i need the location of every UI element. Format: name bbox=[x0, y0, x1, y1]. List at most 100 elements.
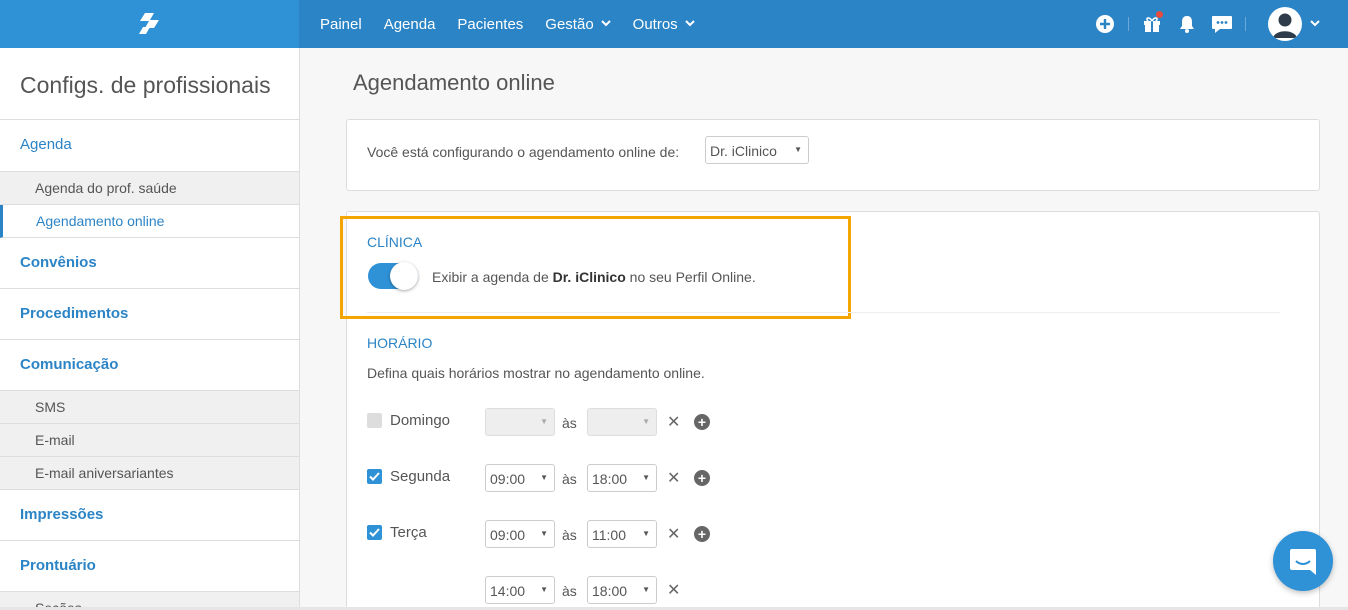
toggle-text-name: Dr. iClinico bbox=[552, 269, 626, 285]
sidebar-item-prontuario[interactable]: Prontuário bbox=[0, 541, 299, 592]
top-navbar: Painel Agenda Pacientes Gestão Outros bbox=[0, 0, 1348, 48]
sidebar-subitem-agenda-prof[interactable]: Agenda do prof. saúde bbox=[0, 172, 299, 205]
add-interval-icon[interactable]: + bbox=[694, 470, 710, 486]
chat-icon[interactable] bbox=[1211, 13, 1233, 35]
professional-select-value: Dr. iClinico bbox=[710, 143, 777, 159]
end-time-value: 18:00 bbox=[592, 583, 628, 599]
remove-interval-icon[interactable]: ✕ bbox=[667, 412, 680, 432]
remove-interval-icon[interactable]: ✕ bbox=[667, 580, 680, 600]
day-checkbox[interactable] bbox=[367, 525, 382, 540]
nav-agenda[interactable]: Agenda bbox=[384, 16, 436, 33]
start-time-value: 09:00 bbox=[490, 471, 526, 487]
add-interval-icon[interactable]: + bbox=[694, 414, 710, 430]
highlight-frame bbox=[340, 216, 851, 319]
remove-interval-icon[interactable]: ✕ bbox=[667, 524, 680, 544]
as-label: às bbox=[562, 583, 577, 599]
caret-down-icon: ▼ bbox=[540, 529, 548, 538]
nav-outros[interactable]: Outros bbox=[633, 16, 695, 33]
caret-down-icon: ▼ bbox=[642, 473, 650, 482]
clinica-heading: CLÍNICA bbox=[367, 234, 423, 250]
nav-pacientes[interactable]: Pacientes bbox=[457, 16, 523, 33]
toggle-text-post: no seu Perfil Online. bbox=[625, 269, 756, 285]
nav-pacientes-label: Pacientes bbox=[457, 15, 524, 33]
end-time-value: 11:00 bbox=[592, 527, 626, 543]
caret-down-icon: ▼ bbox=[540, 585, 548, 594]
divider bbox=[1245, 17, 1246, 31]
day-row-terca-interval-2: 14:00 ▼ às 18:00 ▼ ✕ bbox=[300, 575, 1348, 605]
section-divider bbox=[367, 312, 1280, 313]
caret-down-icon: ▼ bbox=[642, 585, 650, 594]
gift-icon[interactable] bbox=[1141, 11, 1163, 35]
config-label: Você está configurando o agendamento onl… bbox=[367, 144, 680, 160]
day-row-terca: Terça 09:00 ▼ às 11:00 ▼ ✕ + bbox=[300, 519, 1348, 549]
sidebar-item-convenios[interactable]: Convênios bbox=[0, 238, 299, 289]
sidebar-subitem-email[interactable]: E-mail bbox=[0, 424, 299, 457]
page-title: Agendamento online bbox=[353, 70, 555, 95]
toggle-text-pre: Exibir a agenda de bbox=[432, 269, 553, 285]
nav-gestao[interactable]: Gestão bbox=[545, 15, 611, 33]
day-label: Terça bbox=[390, 524, 427, 541]
top-actions bbox=[1094, 0, 1348, 48]
caret-down-icon: ▼ bbox=[794, 145, 802, 154]
professional-select[interactable]: Dr. iClinico ▼ bbox=[705, 136, 809, 164]
sidebar-subitem-sms[interactable]: SMS bbox=[0, 391, 299, 424]
remove-interval-icon[interactable]: ✕ bbox=[667, 468, 680, 488]
settings-sidebar: Configs. de profissionais Agenda Agenda … bbox=[0, 48, 300, 610]
day-label: Segunda bbox=[390, 468, 451, 485]
toggle-knob bbox=[390, 262, 418, 290]
main-nav: Painel Agenda Pacientes Gestão Outros bbox=[320, 0, 717, 48]
start-time-select[interactable]: 14:00 ▼ bbox=[485, 576, 555, 604]
toggle-description: Exibir a agenda de Dr. iClinico no seu P… bbox=[432, 269, 756, 285]
sidebar-item-procedimentos[interactable]: Procedimentos bbox=[0, 289, 299, 340]
user-avatar-icon[interactable] bbox=[1268, 7, 1302, 41]
caret-down-icon: ▼ bbox=[540, 473, 548, 482]
as-label: às bbox=[562, 415, 577, 431]
show-agenda-toggle[interactable] bbox=[368, 262, 418, 290]
chevron-down-icon bbox=[684, 19, 695, 30]
start-time-value: 09:00 bbox=[490, 527, 526, 543]
nav-painel-label: Painel bbox=[320, 15, 362, 33]
start-time-select[interactable]: 09:00 ▼ bbox=[485, 520, 555, 548]
start-time-value: 14:00 bbox=[490, 583, 526, 599]
caret-down-icon: ▼ bbox=[540, 417, 548, 426]
end-time-select[interactable]: ▼ bbox=[587, 408, 657, 436]
add-interval-icon[interactable]: + bbox=[694, 526, 710, 542]
start-time-select[interactable]: 09:00 ▼ bbox=[485, 464, 555, 492]
horario-heading: HORÁRIO bbox=[367, 335, 433, 351]
as-label: às bbox=[562, 527, 577, 543]
main-content: Agendamento online Você está configurand… bbox=[300, 48, 1348, 610]
start-time-select[interactable]: ▼ bbox=[485, 408, 555, 436]
nav-gestao-label: Gestão bbox=[545, 15, 594, 33]
caret-down-icon: ▼ bbox=[642, 417, 650, 426]
sidebar-subitem-email-aniversariantes[interactable]: E-mail aniversariantes bbox=[0, 457, 299, 490]
end-time-select[interactable]: 18:00 ▼ bbox=[587, 576, 657, 604]
professional-selector-card: Você está configurando o agendamento onl… bbox=[346, 119, 1320, 191]
day-label: Domingo bbox=[390, 412, 451, 429]
sidebar-item-comunicacao[interactable]: Comunicação bbox=[0, 340, 299, 391]
sidebar-item-agenda[interactable]: Agenda bbox=[0, 120, 299, 172]
day-row-segunda: Segunda 09:00 ▼ às 18:00 ▼ ✕ + bbox=[300, 463, 1348, 493]
horario-description: Defina quais horários mostrar no agendam… bbox=[367, 365, 705, 381]
bell-icon[interactable] bbox=[1176, 13, 1198, 35]
as-label: às bbox=[562, 471, 577, 487]
chevron-down-icon[interactable] bbox=[1310, 19, 1320, 30]
end-time-select[interactable]: 18:00 ▼ bbox=[587, 464, 657, 492]
end-time-select[interactable]: 11:00 ▼ bbox=[587, 520, 657, 548]
app-logo[interactable] bbox=[0, 0, 299, 48]
plus-circle-icon[interactable] bbox=[1094, 13, 1116, 35]
day-checkbox[interactable] bbox=[367, 469, 382, 484]
chat-bubble-icon bbox=[1290, 549, 1316, 575]
check-icon bbox=[369, 472, 380, 481]
support-chat-button[interactable] bbox=[1273, 531, 1333, 591]
nav-agenda-label: Agenda bbox=[383, 15, 436, 33]
check-icon bbox=[369, 528, 380, 537]
day-checkbox[interactable] bbox=[367, 413, 382, 428]
end-time-value: 18:00 bbox=[592, 471, 628, 487]
notification-dot bbox=[1156, 11, 1163, 18]
nav-painel[interactable]: Painel bbox=[320, 16, 362, 33]
sidebar-item-impressoes[interactable]: Impressões bbox=[0, 490, 299, 541]
sidebar-subitem-agendamento-online[interactable]: Agendamento online bbox=[0, 205, 299, 238]
day-row-domingo: Domingo ▼ às ▼ ✕ + bbox=[300, 407, 1348, 437]
